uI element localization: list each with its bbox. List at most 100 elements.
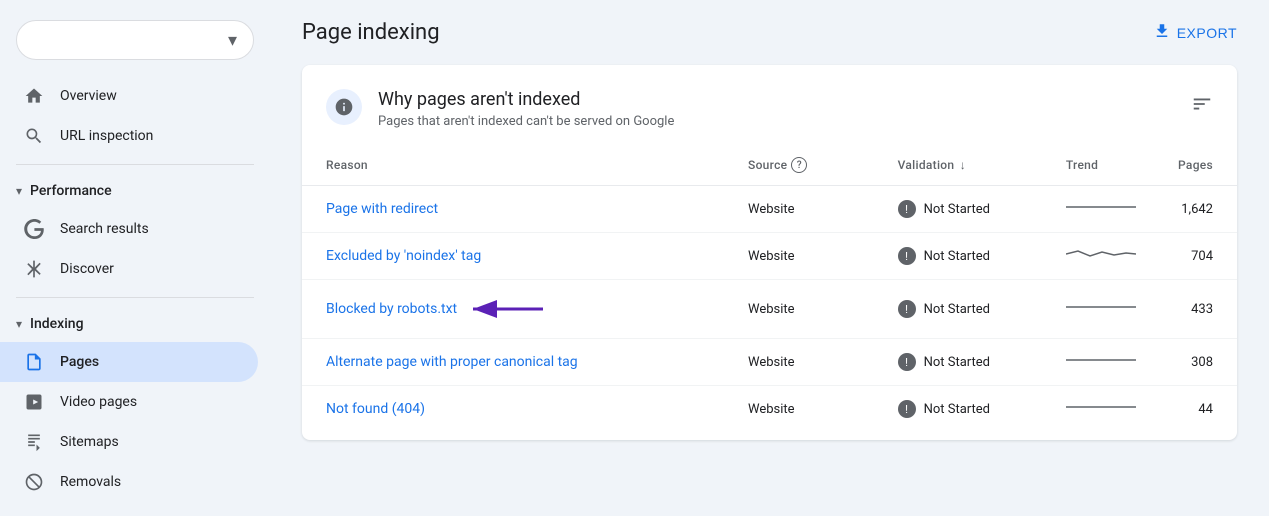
sidebar-item-discover-label: Discover (60, 261, 114, 277)
annotation-arrow-icon (465, 294, 545, 324)
reason-text: Alternate page with proper canonical tag (326, 354, 578, 370)
validation-status-icon: ! (898, 247, 916, 265)
search-icon (24, 126, 44, 146)
sitemaps-icon (24, 432, 44, 452)
cell-pages: 1,642 (1162, 186, 1237, 233)
cell-pages: 704 (1162, 233, 1237, 280)
cell-source: Website (732, 233, 882, 280)
cell-reason[interactable]: Not found (404) (302, 386, 732, 433)
page-title: Page indexing (302, 20, 440, 45)
cell-reason[interactable]: Page with redirect (302, 186, 732, 233)
indexing-table: Reason Source ? Validation ↓ Trend (302, 145, 1237, 432)
cell-validation: ! Not Started (882, 233, 1050, 280)
cell-validation: ! Not Started (882, 386, 1050, 433)
cell-trend (1050, 186, 1162, 233)
cell-validation: ! Not Started (882, 280, 1050, 339)
sidebar-item-url-inspection[interactable]: URL inspection (0, 116, 258, 156)
card-header-left: Why pages aren't indexed Pages that aren… (326, 89, 674, 129)
reason-text: Excluded by 'noindex' tag (326, 248, 481, 264)
table-row: Page with redirect Website ! Not Started… (302, 186, 1237, 233)
validation-text: Not Started (924, 302, 990, 317)
cell-trend (1050, 280, 1162, 339)
sidebar-item-video-pages[interactable]: Video pages (0, 382, 258, 422)
validation-status-icon: ! (898, 353, 916, 371)
col-trend: Trend (1050, 145, 1162, 186)
sidebar-item-pages-label: Pages (60, 354, 99, 370)
asterisk-icon (24, 259, 44, 279)
chevron-icon: ▾ (16, 184, 22, 198)
cell-trend (1050, 339, 1162, 386)
sidebar-section-indexing-label: Indexing (30, 316, 83, 332)
cell-trend (1050, 233, 1162, 280)
sidebar-item-search-results-label: Search results (60, 221, 149, 237)
table-row: Blocked by robots.txt Website ! Not Star… (302, 280, 1237, 339)
col-reason: Reason (302, 145, 732, 186)
sidebar-item-overview[interactable]: Overview (0, 76, 258, 116)
sidebar-item-pages[interactable]: Pages (0, 342, 258, 382)
cell-reason[interactable]: Alternate page with proper canonical tag (302, 339, 732, 386)
sort-down-icon: ↓ (960, 158, 966, 172)
cell-pages: 44 (1162, 386, 1237, 433)
card-header: Why pages aren't indexed Pages that aren… (302, 65, 1237, 145)
export-icon (1153, 22, 1171, 43)
validation-status-icon: ! (898, 200, 916, 218)
export-label: EXPORT (1177, 25, 1237, 41)
table-row: Not found (404) Website ! Not Started 44 (302, 386, 1237, 433)
reason-text: Blocked by robots.txt (326, 301, 457, 317)
table-row: Alternate page with proper canonical tag… (302, 339, 1237, 386)
sidebar-item-search-results[interactable]: Search results (0, 209, 258, 249)
filter-icon[interactable] (1191, 93, 1213, 120)
card-subheading: Pages that aren't indexed can't be serve… (378, 114, 674, 129)
page-header: Page indexing EXPORT (302, 20, 1237, 45)
sidebar-section-indexing[interactable]: ▾ Indexing (0, 306, 270, 342)
table-header: Reason Source ? Validation ↓ Trend (302, 145, 1237, 186)
export-button[interactable]: EXPORT (1153, 22, 1237, 43)
chevron-icon-2: ▾ (16, 317, 22, 331)
cell-pages: 433 (1162, 280, 1237, 339)
sidebar: ▾ Overview URL inspection ▾ Performance (0, 0, 270, 516)
sidebar-item-sitemaps[interactable]: Sitemaps (0, 422, 258, 462)
sidebar-section-performance[interactable]: ▾ Performance (0, 173, 270, 209)
validation-text: Not Started (924, 402, 990, 417)
home-icon (24, 86, 44, 106)
sidebar-item-removals-label: Removals (60, 474, 121, 490)
validation-text: Not Started (924, 202, 990, 217)
cell-source: Website (732, 280, 882, 339)
sidebar-item-discover[interactable]: Discover (0, 249, 258, 289)
sidebar-divider-2 (16, 297, 254, 298)
cell-validation: ! Not Started (882, 186, 1050, 233)
google-g-icon (24, 219, 44, 239)
source-help-icon[interactable]: ? (791, 157, 807, 173)
validation-status-icon: ! (898, 300, 916, 318)
col-validation[interactable]: Validation ↓ (882, 145, 1050, 186)
sidebar-item-sitemaps-label: Sitemaps (60, 434, 119, 450)
sidebar-item-url-inspection-label: URL inspection (60, 128, 153, 144)
cell-reason[interactable]: Excluded by 'noindex' tag (302, 233, 732, 280)
sidebar-divider-1 (16, 164, 254, 165)
card-heading: Why pages aren't indexed (378, 89, 674, 110)
property-dropdown[interactable]: ▾ (16, 20, 254, 60)
validation-text: Not Started (924, 355, 990, 370)
validation-status-icon: ! (898, 400, 916, 418)
video-pages-icon (24, 392, 44, 412)
table-body: Page with redirect Website ! Not Started… (302, 186, 1237, 433)
chevron-down-icon: ▾ (228, 30, 237, 51)
cell-source: Website (732, 186, 882, 233)
cell-source: Website (732, 339, 882, 386)
indexing-table-wrap: Reason Source ? Validation ↓ Trend (302, 145, 1237, 440)
sidebar-item-removals[interactable]: Removals (0, 462, 258, 502)
removals-icon (24, 472, 44, 492)
sidebar-section-performance-label: Performance (30, 183, 112, 199)
info-icon (326, 89, 362, 125)
reason-text: Not found (404) (326, 401, 425, 417)
cell-pages: 308 (1162, 339, 1237, 386)
cell-reason[interactable]: Blocked by robots.txt (302, 280, 732, 339)
cell-validation: ! Not Started (882, 339, 1050, 386)
sidebar-item-video-pages-label: Video pages (60, 394, 137, 410)
indexing-card: Why pages aren't indexed Pages that aren… (302, 65, 1237, 440)
pages-icon (24, 352, 44, 372)
reason-text: Page with redirect (326, 201, 438, 217)
cell-trend (1050, 386, 1162, 433)
col-source: Source ? (732, 145, 882, 186)
validation-text: Not Started (924, 249, 990, 264)
